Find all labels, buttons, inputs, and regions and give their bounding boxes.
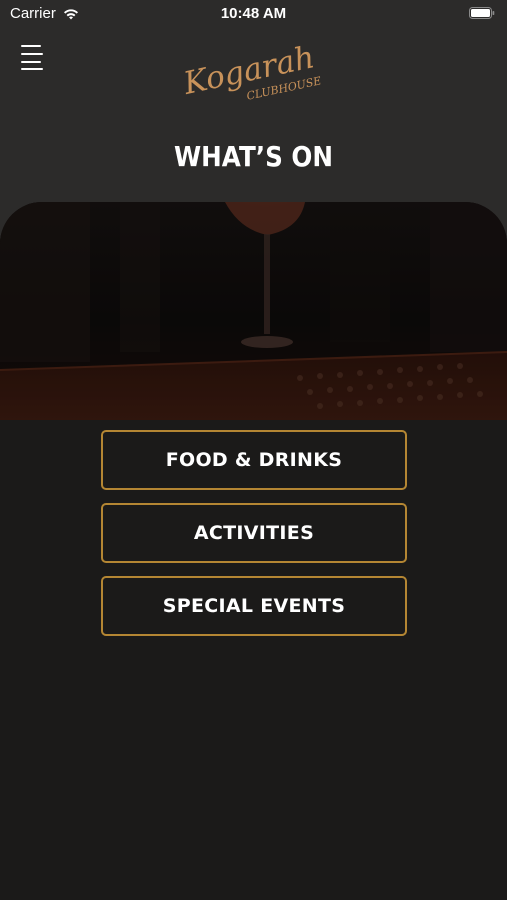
activities-label: ACTIVITIES	[193, 522, 315, 544]
special-events-button[interactable]: SPECIAL EVENTS	[101, 576, 407, 636]
page-title: WHAT’S ON	[173, 140, 334, 173]
activities-button[interactable]: ACTIVITIES	[101, 503, 407, 563]
food-and-drinks-button[interactable]: FOOD & DRINKS	[101, 430, 407, 490]
special-events-label: SPECIAL EVENTS	[162, 595, 346, 617]
status-time: 10:48 AM	[220, 5, 287, 22]
whats-on-menu: FOOD & DRINKS ACTIVITIES SPECIAL EVENTS	[101, 430, 407, 649]
hero-bar-scene	[0, 202, 507, 420]
hamburger-menu-icon[interactable]	[17, 42, 47, 72]
kogarah-clubhouse-logo: Kogarah CLUBHOUSE	[181, 39, 323, 124]
battery-icon	[469, 7, 495, 19]
food-and-drinks-label: FOOD & DRINKS	[165, 449, 343, 471]
hero-image	[0, 202, 507, 420]
status-bar: Carrier 10:48 AM	[0, 0, 507, 28]
